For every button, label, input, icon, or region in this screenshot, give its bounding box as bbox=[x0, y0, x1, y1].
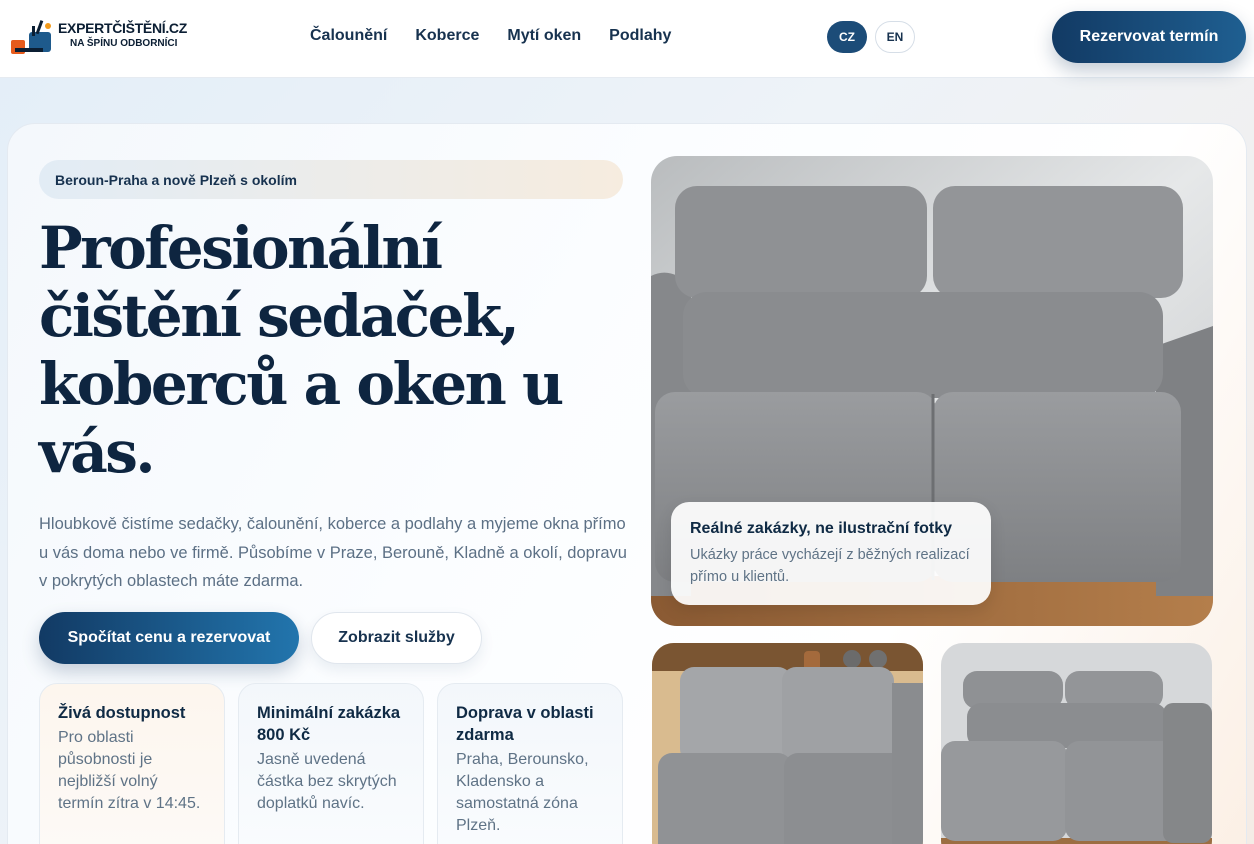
main-nav: Čalounění Koberce Mytí oken Podlahy bbox=[310, 27, 671, 45]
feature-card-minimum-order: Minimální zakázka 800 Kč Jasně uvedená č… bbox=[238, 683, 424, 844]
logo-title: EXPERTČIŠTĚNÍ.CZ bbox=[58, 20, 187, 36]
feature-title: Živá dostupnost bbox=[58, 704, 186, 722]
nav-item-window-washing[interactable]: Mytí oken bbox=[507, 27, 581, 45]
feature-text: Praha, Berounsko, Kladensko a samostatná… bbox=[456, 751, 589, 834]
hero-headline: Profesionální čištění sedaček, koberců a… bbox=[39, 214, 564, 486]
caption-text: Ukázky práce vycházejí z běžných realiza… bbox=[690, 547, 970, 585]
logo[interactable]: EXPERTČIŠTĚNÍ.CZ NA ŠPÍNU ODBORNÍCI bbox=[8, 18, 187, 58]
gallery-caption: Reálné zakázky, ne ilustrační fotky Ukáz… bbox=[671, 502, 991, 605]
feature-text: Pro oblasti působnosti je nejbližší voln… bbox=[58, 729, 201, 812]
lang-en-button[interactable]: EN bbox=[875, 21, 915, 53]
nav-item-floors[interactable]: Podlahy bbox=[609, 27, 671, 45]
calculate-price-button[interactable]: Spočítat cenu a rezervovat bbox=[39, 612, 299, 664]
caption-title: Reálné zakázky, ne ilustrační fotky bbox=[690, 520, 953, 537]
lang-cz-button[interactable]: CZ bbox=[827, 21, 867, 53]
sofa-photo-secondary-2 bbox=[941, 643, 1212, 844]
feature-card-availability: Živá dostupnost Pro oblasti působnosti j… bbox=[39, 683, 225, 844]
feature-card-free-transport: Doprava v oblasti zdarma Praha, Berounsk… bbox=[437, 683, 623, 844]
nav-item-upholstery[interactable]: Čalounění bbox=[310, 27, 387, 45]
book-appointment-button[interactable]: Rezervovat termín bbox=[1052, 11, 1246, 63]
feature-title: Doprava v oblasti zdarma bbox=[456, 704, 594, 744]
hero-lead: Hloubkově čistíme sedačky, čalounění, ko… bbox=[39, 515, 627, 590]
nav-item-carpets[interactable]: Koberce bbox=[415, 27, 479, 45]
cleaning-bucket-icon bbox=[11, 20, 51, 54]
show-services-button[interactable]: Zobrazit služby bbox=[311, 612, 482, 664]
feature-title: Minimální zakázka 800 Kč bbox=[257, 704, 401, 744]
sofa-photo-secondary-1 bbox=[652, 643, 923, 844]
feature-text: Jasně uvedená částka bez skrytých doplat… bbox=[257, 751, 397, 812]
site-header: EXPERTČIŠTĚNÍ.CZ NA ŠPÍNU ODBORNÍCI Čalo… bbox=[0, 0, 1254, 78]
logo-tagline: NA ŠPÍNU ODBORNÍCI bbox=[70, 38, 178, 49]
service-area-badge: Beroun-Praha a nově Plzeň s okolím bbox=[39, 160, 623, 199]
